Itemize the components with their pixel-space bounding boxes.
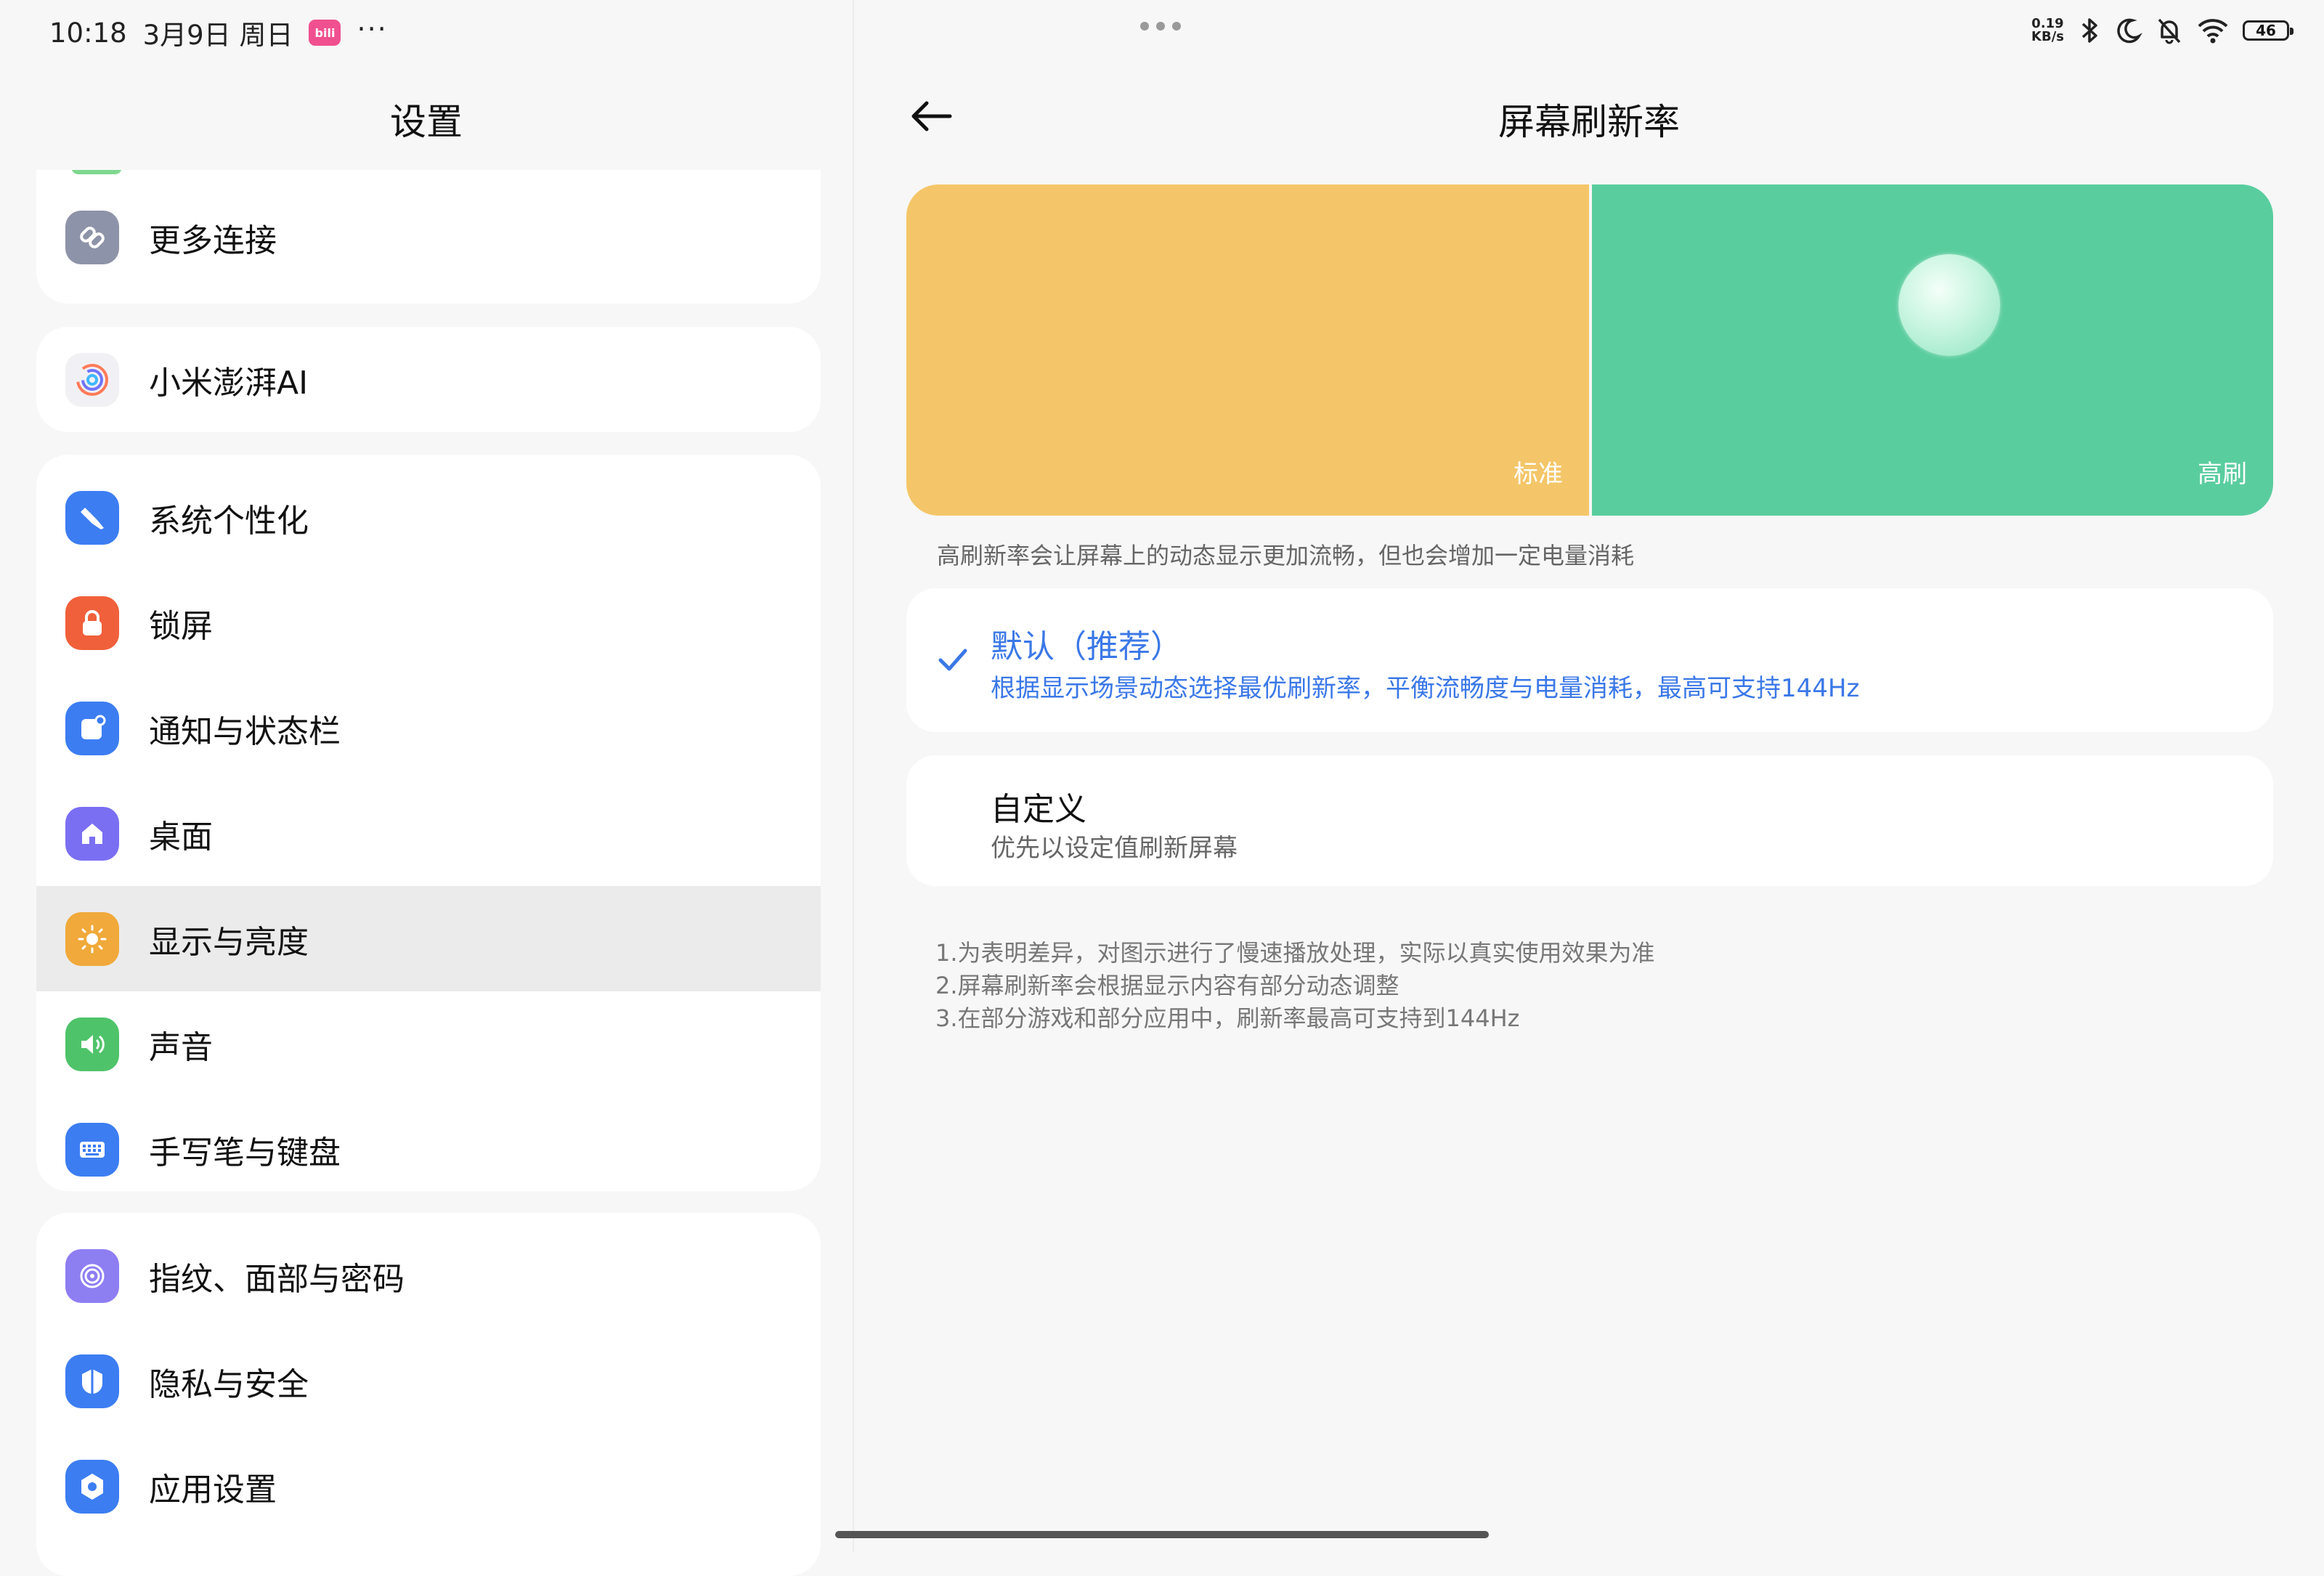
moon-icon xyxy=(2117,18,2142,44)
status-bar: 10:18 3月9日 周日 bili ··· 0.19 KB/s 46 xyxy=(0,0,2324,58)
settings-group-personal: 系统个性化 锁屏 通知与状态栏 桌面 显示与亮度 声音 手写笔与键盘 xyxy=(36,455,821,1191)
keyboard-icon xyxy=(65,1123,119,1177)
option-subtitle: 根据显示场景动态选择最优刷新率，平衡流畅度与电量消耗，最高可支持144Hz xyxy=(991,674,1860,703)
wifi-icon xyxy=(2198,19,2228,44)
preview-standard: 标准 xyxy=(906,184,1589,516)
sidebar-item-xiaomi-ai[interactable]: 小米澎湃AI xyxy=(36,327,821,432)
sidebar-item-label: 桌面 xyxy=(149,818,213,856)
status-date: 3月9日 周日 xyxy=(142,20,293,51)
app-settings-icon xyxy=(65,1460,119,1514)
preview-standard-label: 标准 xyxy=(1514,460,1563,489)
notification-icon xyxy=(65,702,119,755)
note-item: 3.在部分游戏和部分应用中，刷新率最高可支持到144Hz xyxy=(935,1004,1520,1032)
home-icon xyxy=(65,807,119,861)
check-icon xyxy=(938,649,967,671)
sidebar-item-label: 声音 xyxy=(149,1028,213,1066)
bilibili-icon: bili xyxy=(309,20,341,46)
settings-title: 设置 xyxy=(390,101,463,143)
preview-high-refresh: 高刷 xyxy=(1592,184,2273,516)
status-time: 10:18 xyxy=(49,17,127,49)
settings-group-security: 指纹、面部与密码 隐私与安全 应用设置 xyxy=(36,1213,821,1576)
sidebar-item-app-settings[interactable]: 应用设置 xyxy=(36,1434,821,1539)
note-item: 1.为表明差异，对图示进行了慢速播放处理，实际以真实使用效果为准 xyxy=(935,939,1655,967)
sun-icon xyxy=(65,912,119,966)
refresh-rate-preview: 标准 高刷 xyxy=(906,184,2273,516)
sidebar-item-label: 系统个性化 xyxy=(149,502,309,540)
option-title: 自定义 xyxy=(991,791,1086,828)
sidebar-item-label: 应用设置 xyxy=(149,1471,277,1508)
sidebar-item-label: 通知与状态栏 xyxy=(149,712,341,750)
option-subtitle: 优先以设定值刷新屏幕 xyxy=(991,834,1238,863)
page-title: 屏幕刷新率 xyxy=(1498,101,1680,143)
option-default-recommended[interactable]: 默认（推荐） 根据显示场景动态选择最优刷新率，平衡流畅度与电量消耗，最高可支持1… xyxy=(906,588,2273,732)
sidebar-item-label: 小米澎湃AI xyxy=(149,364,309,402)
hidden-item-icon-edge xyxy=(71,170,122,174)
sidebar-item-stylus-keyboard[interactable]: 手写笔与键盘 xyxy=(36,1097,821,1191)
refresh-rate-panel: 屏幕刷新率 标准 高刷 高刷新率会让屏幕上的动态显示更加流畅，但也会增加一定电量… xyxy=(854,58,2324,1551)
link-icon xyxy=(65,211,119,264)
more-notifications-icon: ··· xyxy=(357,13,388,45)
status-right: 0.19 KB/s 46 xyxy=(2031,16,2293,45)
shield-icon xyxy=(65,1354,119,1408)
option-title: 默认（推荐） xyxy=(991,628,1182,665)
sidebar-item-lock-screen[interactable]: 锁屏 xyxy=(36,570,821,675)
sidebar-item-home-screen[interactable]: 桌面 xyxy=(36,781,821,886)
preview-high-label: 高刷 xyxy=(2198,460,2247,489)
home-indicator[interactable] xyxy=(835,1531,1489,1538)
sidebar-item-label: 指纹、面部与密码 xyxy=(149,1260,405,1298)
sidebar-item-personalization[interactable]: 系统个性化 xyxy=(36,465,821,570)
sidebar-item-label: 隐私与安全 xyxy=(149,1365,309,1403)
brush-icon xyxy=(65,491,119,545)
sidebar-item-label: 锁屏 xyxy=(149,607,213,645)
speaker-icon xyxy=(65,1018,119,1071)
note-item: 2.屏幕刷新率会根据显示内容有部分动态调整 xyxy=(935,972,1399,999)
sidebar-item-display-brightness[interactable]: 显示与亮度 xyxy=(36,886,821,991)
option-custom[interactable]: 自定义 优先以设定值刷新屏幕 xyxy=(906,755,2273,886)
sidebar-item-label: 手写笔与键盘 xyxy=(149,1134,341,1171)
status-left: 10:18 3月9日 周日 bili ··· xyxy=(49,13,388,52)
sidebar-item-more-connections[interactable]: 更多连接 xyxy=(36,184,821,290)
sidebar-item-label: 显示与亮度 xyxy=(149,923,309,961)
sidebar-item-fingerprint[interactable]: 指纹、面部与密码 xyxy=(36,1223,821,1328)
sidebar-item-privacy-security[interactable]: 隐私与安全 xyxy=(36,1328,821,1434)
battery-indicator: 46 xyxy=(2243,20,2293,41)
window-handle-icon[interactable] xyxy=(1140,22,1181,31)
net-speed-unit: KB/s xyxy=(2031,29,2064,44)
notes-list: 1.为表明差异，对图示进行了慢速播放处理，实际以真实使用效果为准 2.屏幕刷新率… xyxy=(935,937,1655,1035)
settings-group-connections: 更多连接 xyxy=(36,170,821,304)
bluetooth-icon xyxy=(2081,18,2097,43)
refresh-rate-description: 高刷新率会让屏幕上的动态显示更加流畅，但也会增加一定电量消耗 xyxy=(937,542,1635,569)
sidebar-item-label: 更多连接 xyxy=(149,222,277,259)
lock-icon xyxy=(65,596,119,650)
settings-group-ai: 小米澎湃AI xyxy=(36,327,821,432)
sidebar-item-sound[interactable]: 声音 xyxy=(36,991,821,1097)
settings-sidebar: 设置 更多连接 小米澎湃AI 系统个性化 锁屏 通知与状态栏 桌面 显示与亮度 … xyxy=(0,58,853,1576)
animation-ball xyxy=(1898,254,2000,356)
mute-bell-icon xyxy=(2158,18,2181,44)
ai-swirl-icon xyxy=(65,353,119,407)
network-speed: 0.19 KB/s xyxy=(2031,17,2064,44)
fingerprint-icon xyxy=(65,1249,119,1303)
sidebar-item-notifications[interactable]: 通知与状态栏 xyxy=(36,675,821,781)
